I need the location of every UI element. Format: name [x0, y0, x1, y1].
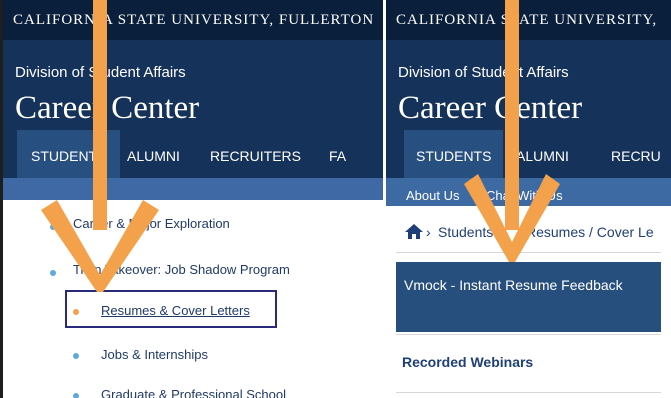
site-title[interactable]: Career Center [15, 90, 199, 127]
divider [396, 334, 661, 335]
sidebar-item-resumes[interactable]: Resumes & Cover Letters [101, 303, 250, 318]
site-title[interactable]: Career Center [398, 90, 582, 127]
subnav-chat-with-us[interactable]: Chat With Us [486, 188, 563, 203]
main-nav: STUDENTS ALUMNI RECRU [386, 130, 671, 178]
university-bar: CALIFORNIA STATE UNIVERSITY, FULLERTON [3, 0, 383, 40]
nav-alumni[interactable]: ALUMNI [127, 130, 180, 178]
nav-recruiters[interactable]: RECRU [611, 130, 661, 178]
bullet-dot [50, 270, 56, 276]
bullet-dot [73, 353, 79, 359]
nav-students[interactable]: STUDENTS [17, 130, 121, 178]
nav-students[interactable]: STUDENTS [404, 130, 504, 178]
sidebar-item-vmock[interactable]: Vmock - Instant Resume Feedback [396, 262, 661, 332]
division-label[interactable]: Division of Student Affairs [15, 64, 186, 81]
sidebar-item-career-exploration[interactable]: Career & Major Exploration [73, 216, 230, 231]
sidebar-item-recorded-webinars[interactable]: Recorded Webinars [402, 354, 533, 370]
sidebar-item-jobs[interactable]: Jobs & Internships [101, 347, 208, 362]
bullet-dot [73, 393, 79, 398]
university-bar: CALIFORNIA STATE UNIVERSITY, [386, 0, 671, 40]
bullet-dot [50, 224, 56, 230]
university-name[interactable]: CALIFORNIA STATE UNIVERSITY, FULLERTON [13, 12, 374, 29]
breadcrumb-separator-icon: › [426, 224, 431, 240]
divider [396, 392, 661, 393]
bullet-dot-active [73, 309, 79, 315]
nav-recruiters[interactable]: RECRUITERS [210, 130, 301, 178]
breadcrumb-resumes[interactable]: Resumes / Cover Le [526, 224, 654, 240]
subnav-about-us[interactable]: About Us [406, 188, 459, 203]
university-name[interactable]: CALIFORNIA STATE UNIVERSITY, [396, 12, 657, 29]
home-icon[interactable] [404, 222, 424, 242]
nav-faculty[interactable]: FA [329, 130, 346, 178]
site-header: Division of Student Affairs Career Cente… [386, 40, 671, 130]
right-screenshot-panel: CALIFORNIA STATE UNIVERSITY, Division of… [386, 0, 671, 398]
main-nav: STUDENTS ALUMNI RECRUITERS FA [3, 130, 383, 178]
left-screenshot-panel: CALIFORNIA STATE UNIVERSITY, FULLERTON D… [0, 0, 383, 398]
sidebar-item-job-shadow[interactable]: Titan Takeover: Job Shadow Program [73, 262, 290, 277]
division-label[interactable]: Division of Student Affairs [398, 64, 569, 81]
breadcrumb-students[interactable]: Students [438, 224, 493, 240]
sub-nav-bar [3, 178, 383, 200]
site-header: Division of Student Affairs Career Cente… [3, 40, 383, 130]
breadcrumb: › Students Resumes / Cover Le [386, 212, 671, 252]
sidebar-item-graduate-school[interactable]: Graduate & Professional School [101, 387, 286, 398]
nav-alumni[interactable]: ALUMNI [516, 130, 569, 178]
divider [396, 252, 661, 253]
